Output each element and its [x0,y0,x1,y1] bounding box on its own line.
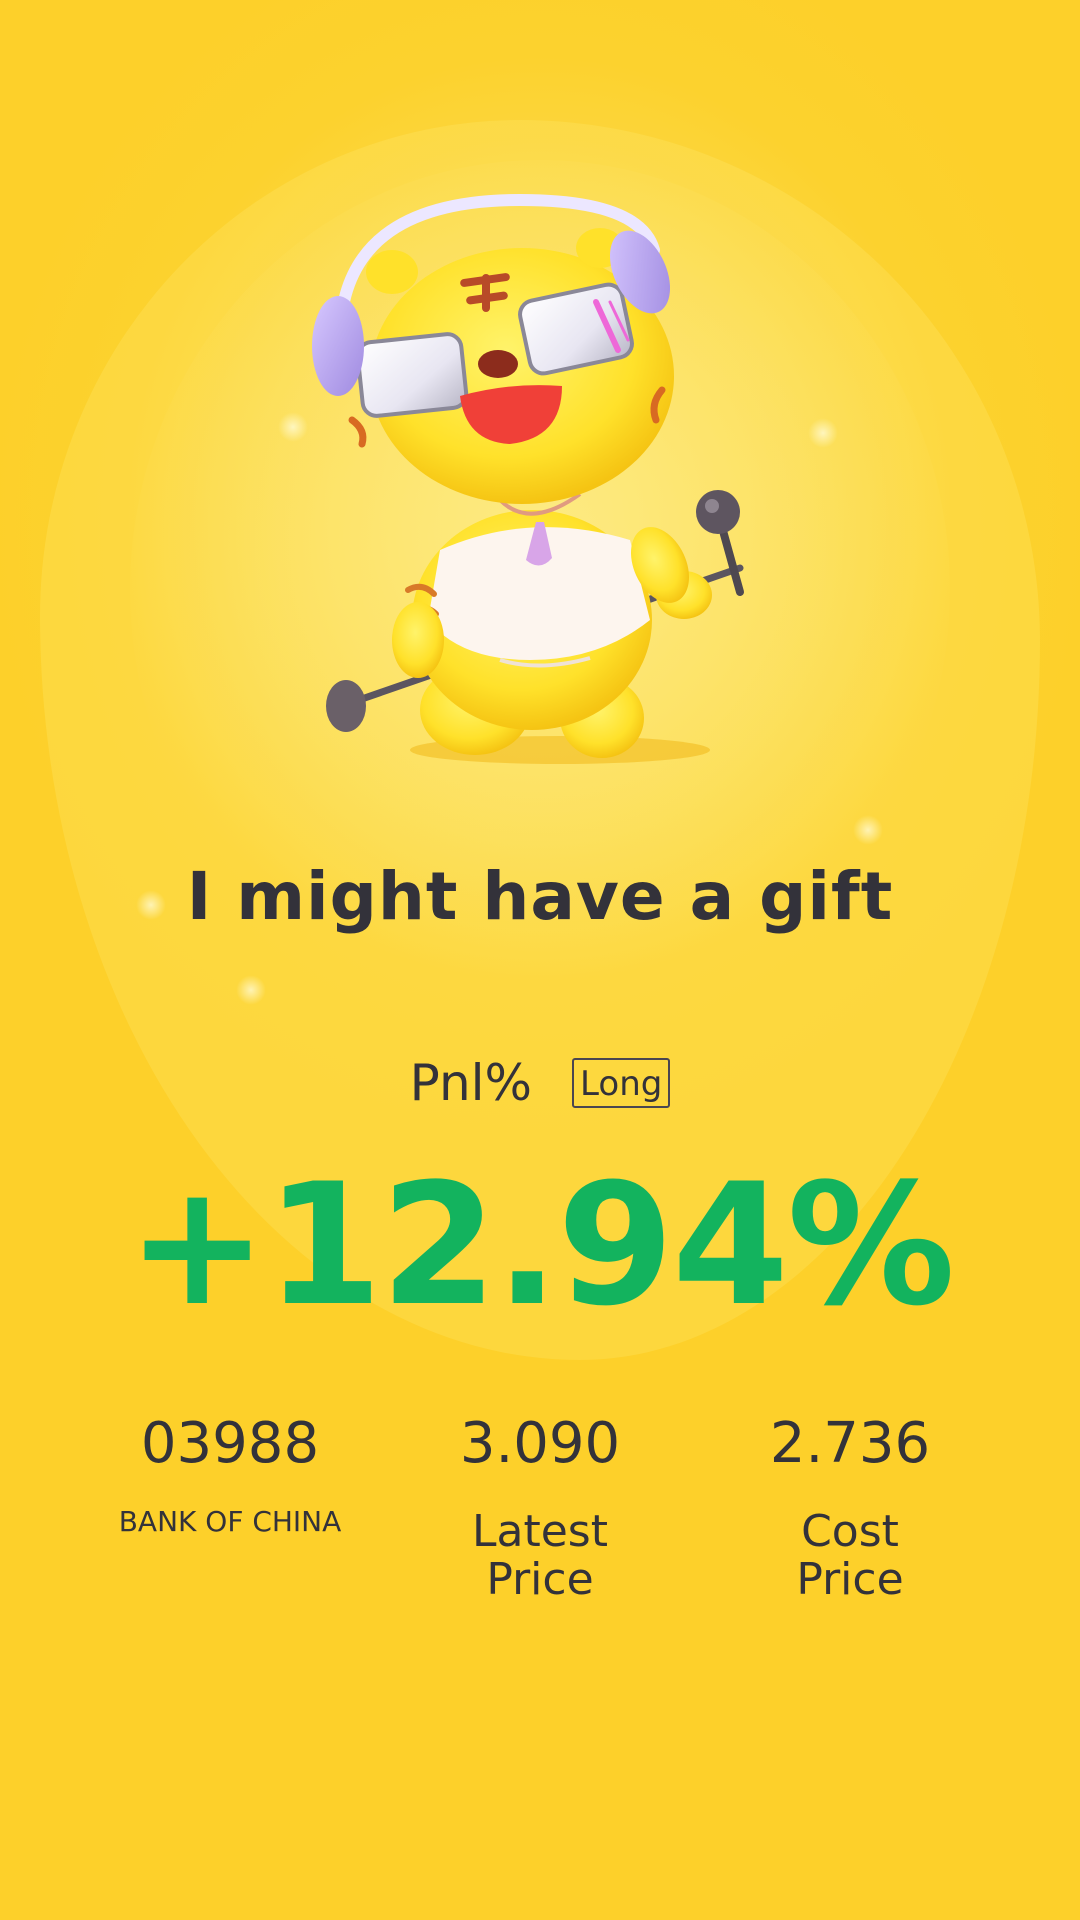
sparkle-decoration [808,418,838,448]
pnl-percentage: +12.94% [126,1147,956,1343]
stat-stock-code: 03988 BANK OF CHINA [80,1408,380,1604]
pnl-label: Pnl% [409,1054,533,1112]
pnl-header: Pnl% Long [0,1054,1080,1112]
stat-cost-price: 2.736 Cost Price [700,1408,1000,1604]
stock-code: 03988 [140,1411,320,1476]
sparkle-decoration [236,975,266,1005]
latest-price-label: Latest Price [472,1506,608,1605]
stat-latest-price: 3.090 Latest Price [390,1408,690,1604]
stats-row: 03988 BANK OF CHINA 3.090 Latest Price 2… [80,1408,1000,1604]
cost-price-value: 2.736 [769,1411,931,1476]
headline: I might have a gift [186,858,894,935]
position-badge: Long [572,1058,671,1108]
cost-price-label: Cost Price [796,1506,904,1605]
stock-name: BANK OF CHINA [118,1505,342,1538]
sparkle-decoration [853,815,883,845]
tiger-mascot-icon [312,193,744,764]
latest-price-value: 3.090 [459,1411,621,1476]
